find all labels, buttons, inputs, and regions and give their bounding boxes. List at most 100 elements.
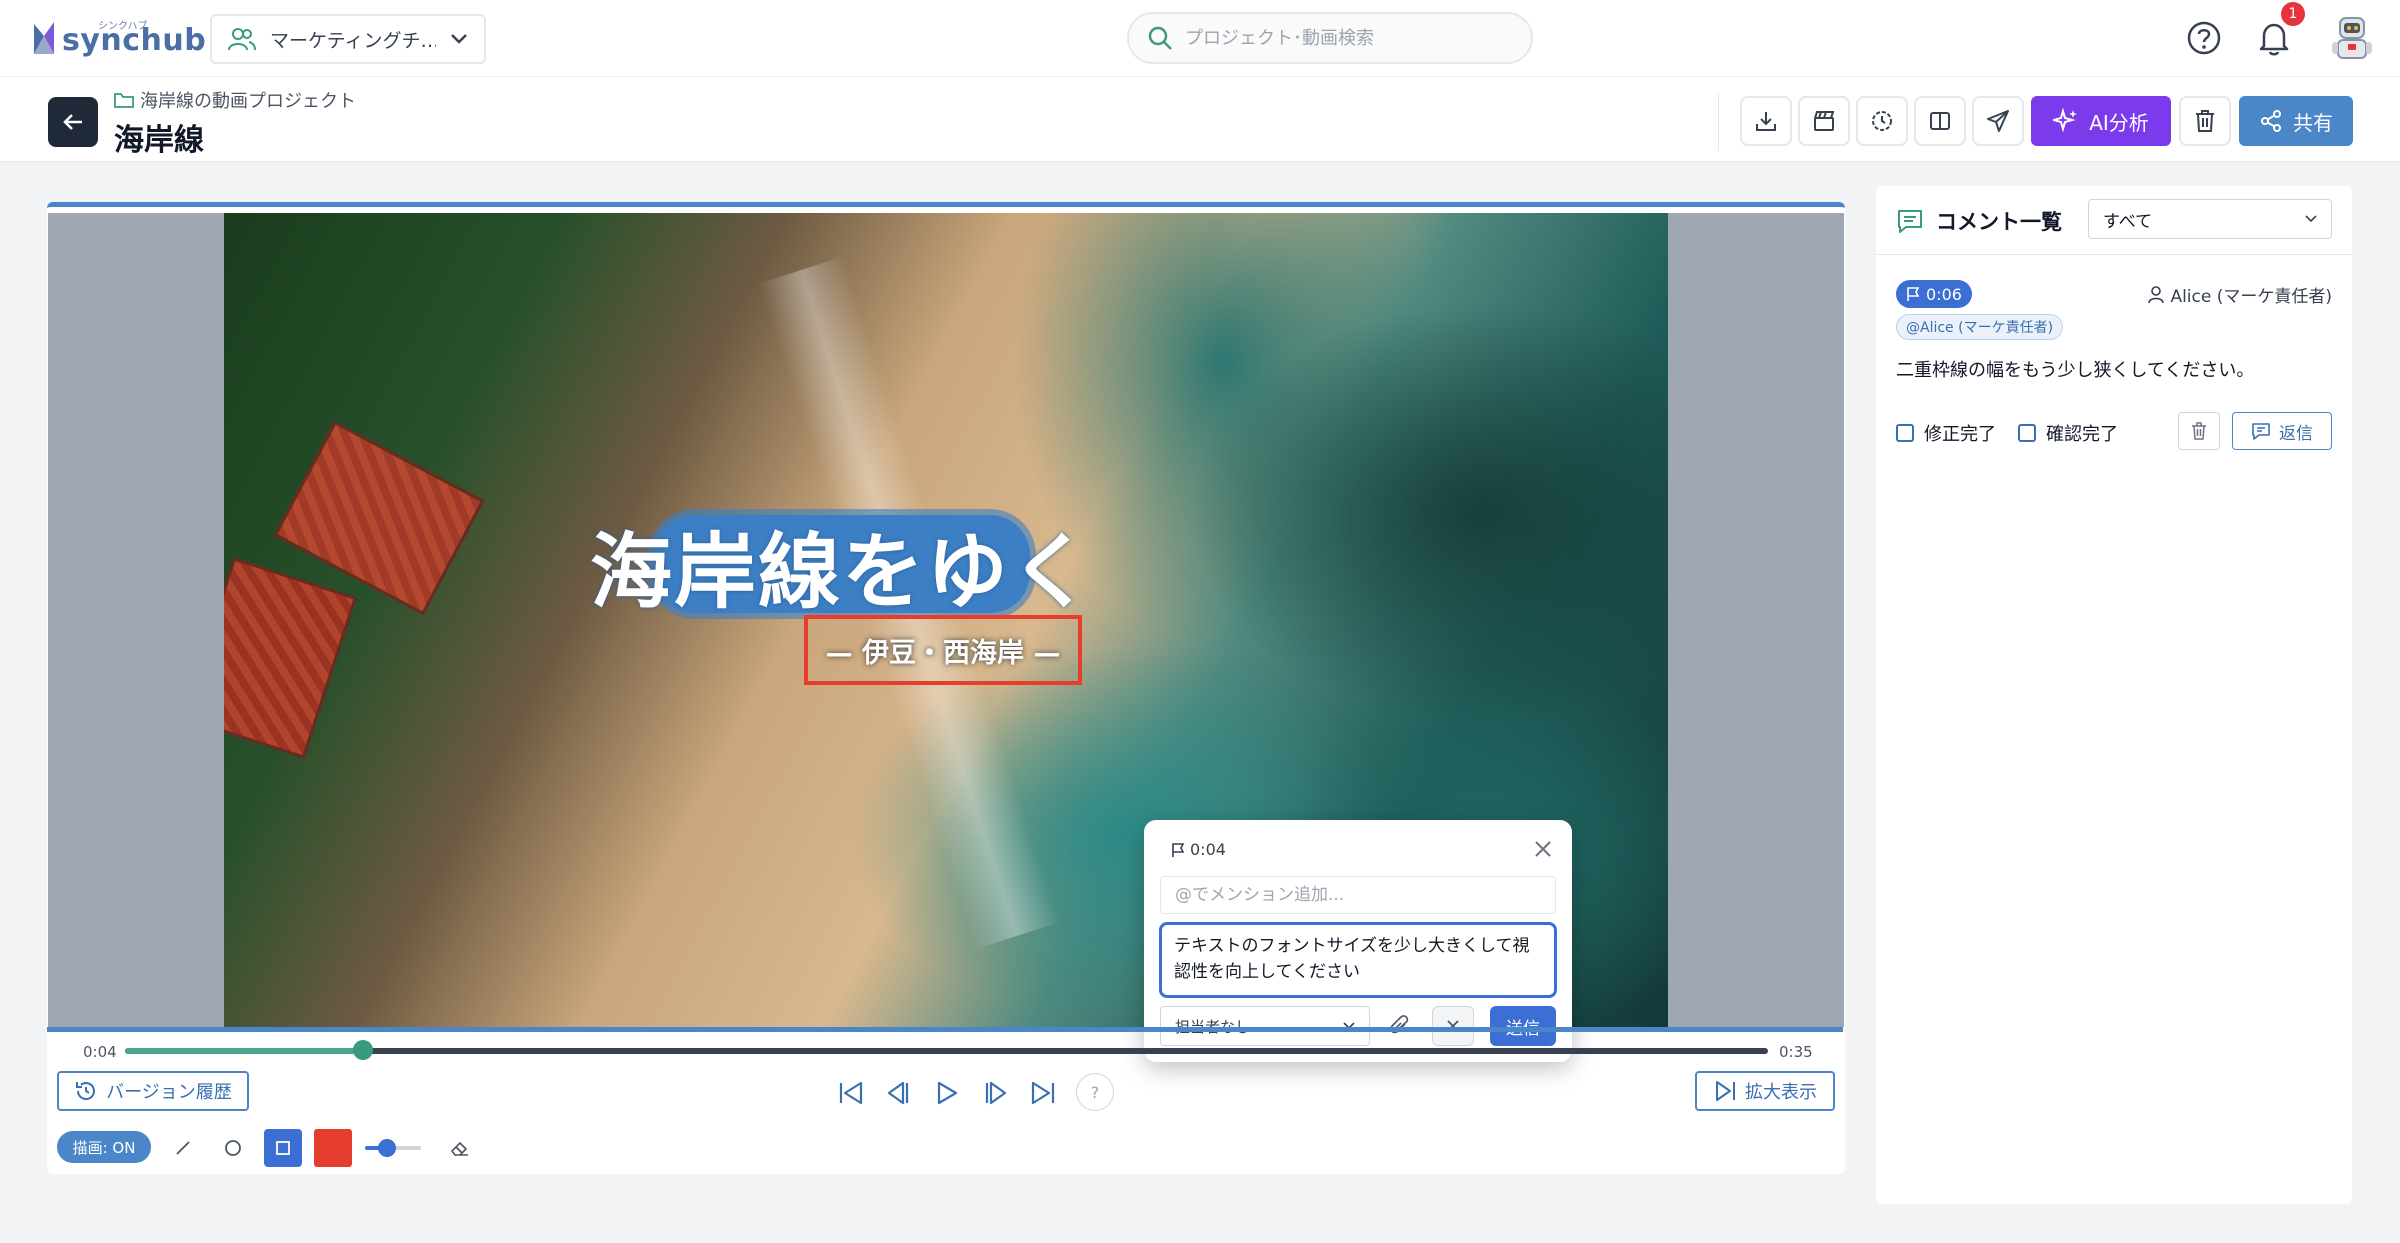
- video-title-overlay: 海岸線をゆく: [590, 515, 1092, 620]
- trash-icon: [2192, 422, 2206, 440]
- expand-view-label: 拡大表示: [1745, 1082, 1817, 1103]
- comments-header: コメント一覧: [1896, 206, 2062, 236]
- line-tool[interactable]: [164, 1129, 202, 1167]
- next-frame-button[interactable]: [977, 1077, 1013, 1109]
- ai-analysis-label: AI分析: [2089, 110, 2149, 135]
- circle-tool[interactable]: [214, 1129, 252, 1167]
- comments-divider: [1876, 254, 2352, 255]
- comment-body: 二重枠線の幅をもう少し狭くしてください。: [1896, 360, 2255, 381]
- breadcrumb-project: 海岸線の動画プロジェクト: [140, 91, 356, 112]
- checkbox-box[interactable]: [1896, 424, 1914, 442]
- expand-view-button[interactable]: 拡大表示: [1695, 1071, 1835, 1111]
- seek-bar[interactable]: [125, 1040, 1768, 1060]
- duration-time: 0:35: [1779, 1043, 1813, 1061]
- comment-popup: 0:04 テキストのフォントサイズを少し大きくして視認性を向上してください 担当…: [1144, 820, 1572, 1062]
- team-selector[interactable]: マーケティングチ…: [210, 14, 486, 64]
- reply-icon: [2252, 423, 2270, 440]
- clapperboard-icon: [1814, 111, 1835, 131]
- assignee-select-value: 担当者なし: [1175, 1016, 1250, 1037]
- mention-input[interactable]: [1160, 876, 1556, 914]
- send-button[interactable]: [1972, 96, 2024, 146]
- fix-done-checkbox[interactable]: 修正完了: [1896, 420, 1996, 446]
- step-back-icon: [887, 1081, 909, 1105]
- confirm-done-checkbox[interactable]: 確認完了: [2018, 420, 2118, 446]
- ai-analysis-button[interactable]: AI分析: [2031, 96, 2171, 146]
- shortcuts-help-button[interactable]: ?: [1076, 1073, 1114, 1111]
- popup-timestamp: 0:04: [1170, 840, 1226, 859]
- reply-label: 返信: [2279, 423, 2313, 444]
- sparkles-icon: [2053, 108, 2078, 133]
- folder-icon: [114, 93, 134, 108]
- video-viewport[interactable]: 海岸線をゆく — 伊豆・西海岸 —: [48, 213, 1844, 1027]
- video-player-panel: 海岸線をゆく — 伊豆・西海岸 — 0:04 テキストのフォントサイズを少し大き…: [47, 202, 1845, 1174]
- back-button[interactable]: [48, 97, 98, 147]
- square-icon: [276, 1141, 290, 1155]
- users-icon: [228, 28, 256, 51]
- flag-icon: [1172, 842, 1185, 857]
- submit-comment-button[interactable]: 送信: [1490, 1006, 1556, 1046]
- chevron-down-icon: [451, 34, 467, 44]
- play-button[interactable]: [929, 1077, 965, 1109]
- close-icon[interactable]: [1532, 838, 1554, 860]
- comment-filter-select[interactable]: すべて: [2088, 199, 2332, 239]
- rectangle-tool[interactable]: [264, 1129, 302, 1167]
- notification-badge: 1: [2281, 2, 2305, 26]
- current-time: 0:04: [83, 1043, 117, 1061]
- search-icon: [1148, 26, 1172, 50]
- clapper-button[interactable]: [1798, 96, 1850, 146]
- checkbox-box[interactable]: [2018, 424, 2036, 442]
- global-search[interactable]: [1127, 12, 1533, 64]
- avatar[interactable]: [2330, 14, 2374, 62]
- history-icon: [76, 1082, 96, 1100]
- share-button[interactable]: 共有: [2239, 96, 2353, 146]
- video-subtitle-text: — 伊豆・西海岸 —: [825, 637, 1061, 669]
- chevron-down-icon: [2305, 215, 2317, 223]
- line-icon: [176, 1141, 190, 1155]
- fix-done-label: 修正完了: [1924, 424, 1996, 445]
- app-logo[interactable]: synchub シンクハブ: [32, 14, 206, 62]
- delete-project-button[interactable]: [2179, 96, 2231, 146]
- paperclip-icon: [1390, 1015, 1409, 1034]
- user-icon: [2148, 285, 2165, 303]
- arrow-left-icon: [63, 114, 82, 130]
- seek-handle[interactable]: [353, 1040, 374, 1060]
- top-navbar: synchub シンクハブ マーケティングチ… 1: [0, 0, 2400, 76]
- logo-mark-icon: [34, 22, 54, 54]
- download-button[interactable]: [1740, 96, 1792, 146]
- skip-to-end-button[interactable]: [1025, 1077, 1061, 1109]
- previous-frame-button[interactable]: [881, 1077, 917, 1109]
- stroke-size-handle[interactable]: [378, 1139, 397, 1157]
- drawing-toggle[interactable]: 描画: ON: [57, 1131, 151, 1163]
- search-input[interactable]: [1185, 27, 1513, 49]
- eraser-icon: [451, 1142, 468, 1156]
- comment-textarea[interactable]: テキストのフォントサイズを少し大きくして視認性を向上してください: [1159, 922, 1557, 998]
- recent-button[interactable]: [1856, 96, 1908, 146]
- annotation-rectangle[interactable]: — 伊豆・西海岸 —: [804, 615, 1082, 685]
- toolbar-divider: [1718, 93, 1719, 151]
- help-icon[interactable]: [2186, 20, 2222, 56]
- logo-ruby: シンクハブ: [98, 21, 148, 32]
- comments-title: コメント一覧: [1936, 210, 2062, 234]
- skip-to-start-button[interactable]: [833, 1077, 869, 1109]
- compare-button[interactable]: [1914, 96, 1966, 146]
- version-history-button[interactable]: バージョン履歴: [57, 1071, 249, 1111]
- step-forward-icon: [985, 1081, 1007, 1105]
- comment-mention-tag[interactable]: @Alice (マーケ責任者): [1896, 314, 2064, 340]
- trash-icon: [2196, 110, 2214, 132]
- reply-button[interactable]: 返信: [2232, 412, 2332, 450]
- video-title-text: 海岸線をゆく: [590, 524, 1095, 620]
- attach-button[interactable]: [1380, 1006, 1420, 1046]
- eraser-tool[interactable]: [441, 1129, 479, 1167]
- comment-timestamp-badge[interactable]: 0:06: [1896, 280, 1972, 308]
- play-icon: [937, 1081, 958, 1105]
- delete-comment-button[interactable]: [2178, 412, 2220, 450]
- history-circle-icon: [1872, 111, 1892, 131]
- breadcrumb[interactable]: 海岸線の動画プロジェクト: [114, 87, 356, 113]
- comment-author: Alice (マーケ責任者): [2148, 282, 2332, 307]
- color-picker[interactable]: [314, 1129, 352, 1167]
- cancel-button[interactable]: [1432, 1006, 1474, 1046]
- stroke-size-slider[interactable]: [365, 1139, 421, 1157]
- assignee-select[interactable]: 担当者なし: [1160, 1006, 1370, 1046]
- split-view-icon: [1930, 112, 1950, 130]
- popup-time-label: 0:04: [1190, 840, 1226, 859]
